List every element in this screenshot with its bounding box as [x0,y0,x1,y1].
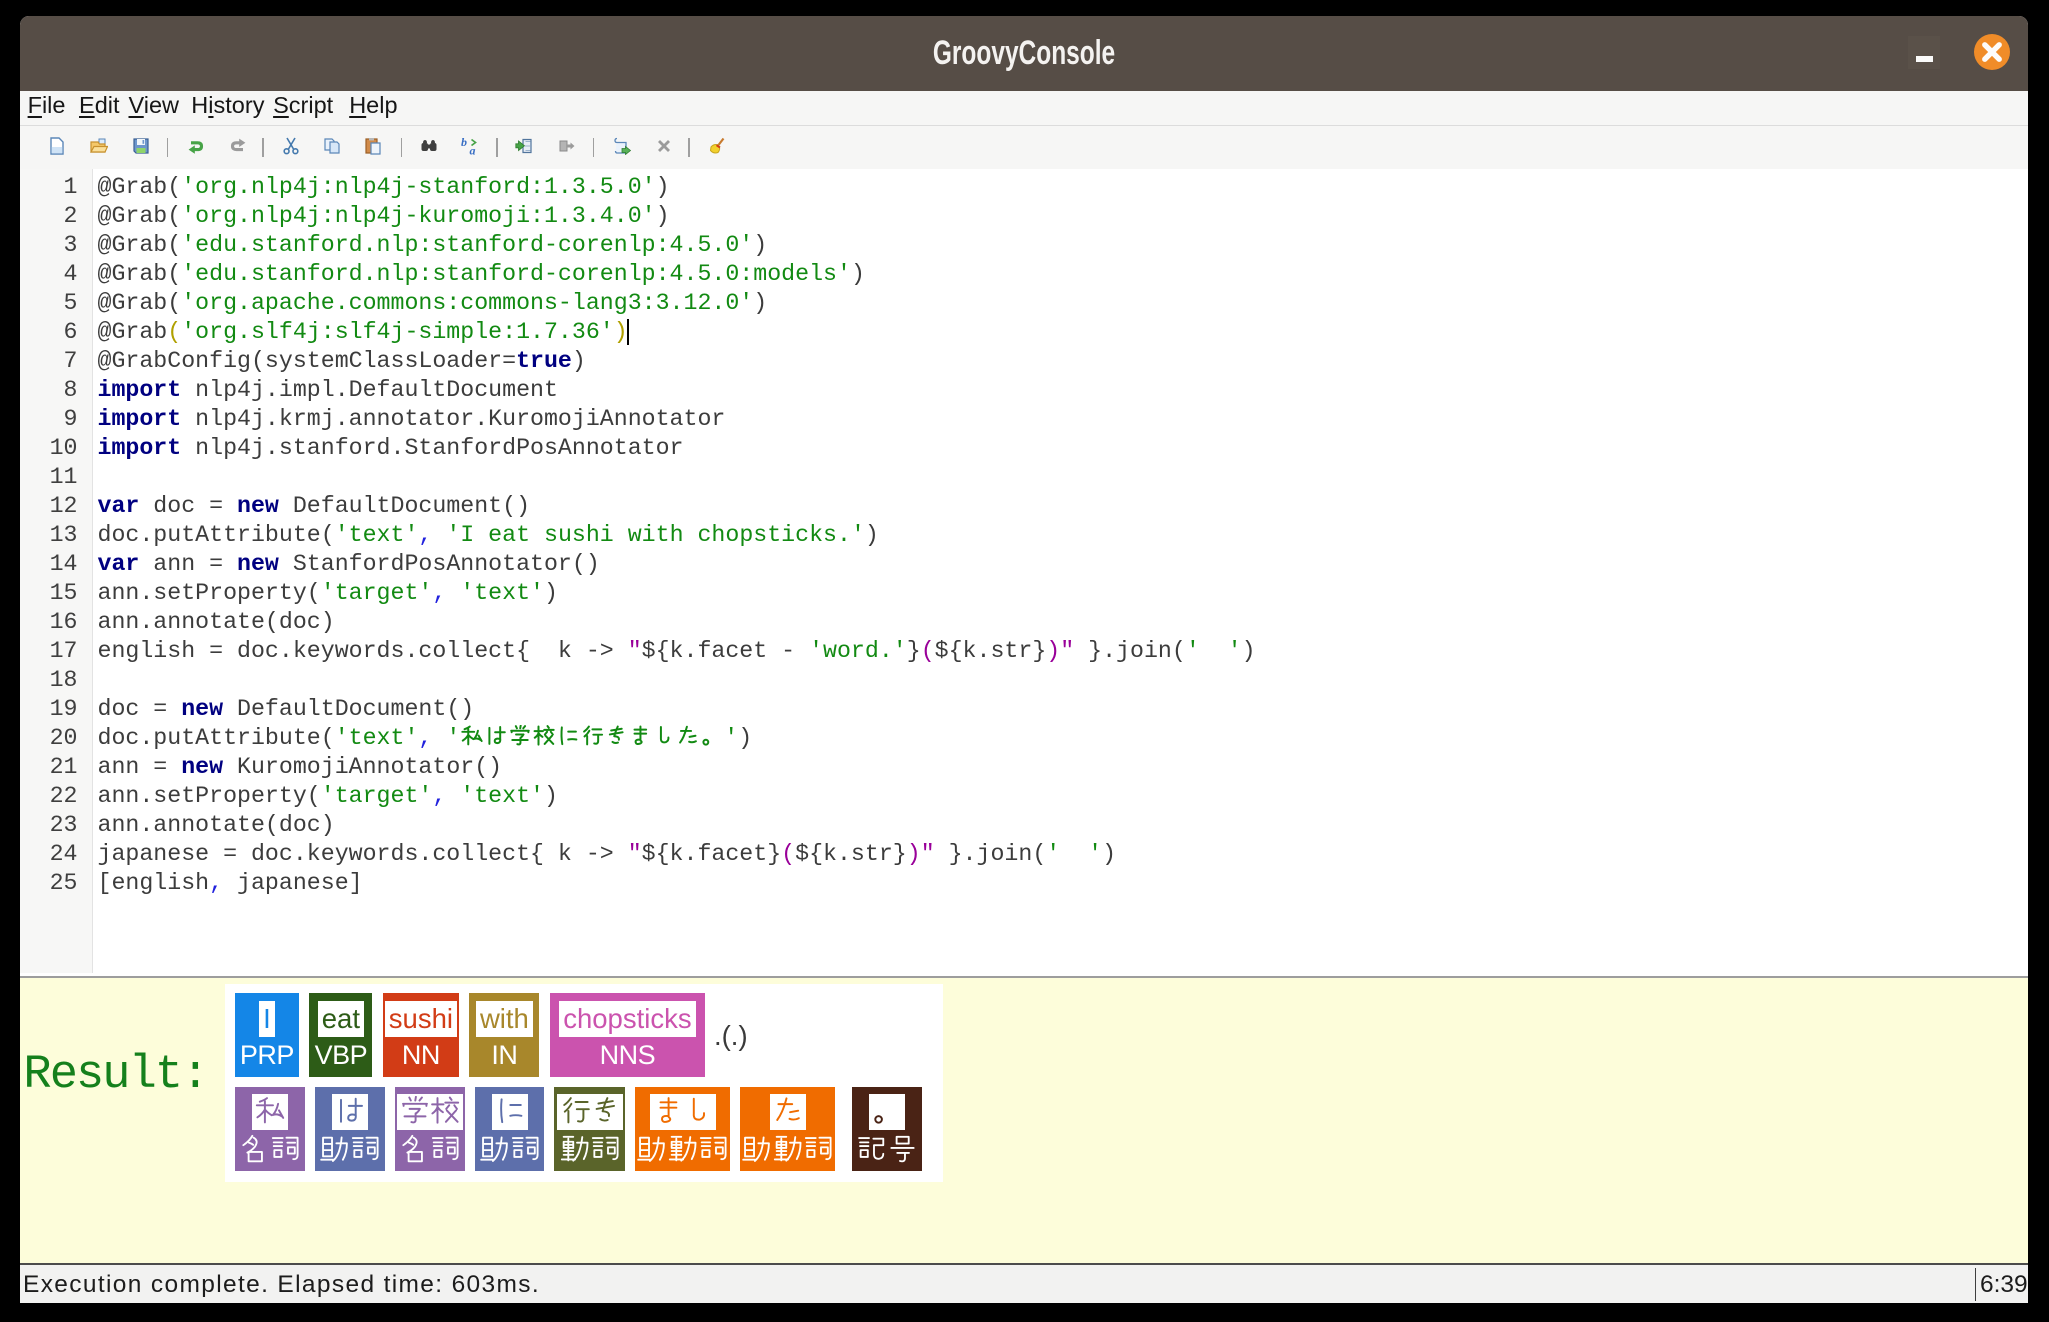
svg-text:b: b [461,137,467,149]
